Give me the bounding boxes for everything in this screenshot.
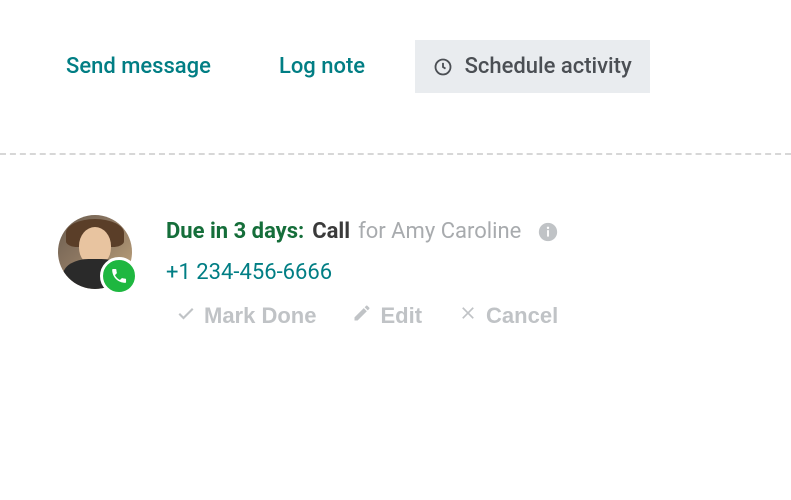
tab-log-note[interactable]: Log note: [261, 40, 383, 93]
close-icon: [458, 303, 478, 329]
scheduled-activity-row: Due in 3 days: Call for Amy Caroline +1 …: [0, 155, 791, 329]
activity-tabs: Send message Log note Schedule activity: [0, 0, 791, 93]
due-date-label: Due in 3 days:: [166, 217, 304, 248]
phone-number-link[interactable]: +1 234-456-6666: [166, 260, 743, 285]
check-icon: [176, 303, 196, 329]
tab-schedule-activity[interactable]: Schedule activity: [415, 40, 650, 93]
tab-send-message-label: Send message: [66, 54, 211, 79]
tab-send-message[interactable]: Send message: [48, 40, 229, 93]
edit-button[interactable]: Edit: [352, 303, 422, 329]
activity-content: Due in 3 days: Call for Amy Caroline +1 …: [166, 215, 743, 329]
tab-log-note-label: Log note: [279, 54, 365, 79]
mark-done-label: Mark Done: [204, 303, 316, 329]
activity-summary: Due in 3 days: Call for Amy Caroline: [166, 217, 743, 248]
info-icon[interactable]: [537, 221, 559, 243]
activity-assignee-text: for Amy Caroline: [358, 217, 521, 248]
mark-done-button[interactable]: Mark Done: [176, 303, 316, 329]
pencil-icon: [352, 303, 372, 329]
clock-icon: [433, 57, 453, 77]
assignee-avatar[interactable]: [58, 215, 132, 289]
tab-schedule-activity-label: Schedule activity: [465, 54, 632, 79]
activity-actions: Mark Done Edit Cancel: [166, 303, 743, 329]
phone-badge-icon: [100, 257, 138, 295]
edit-label: Edit: [380, 303, 422, 329]
phone-number-text: +1 234-456-6666: [166, 260, 332, 285]
activity-type: Call: [312, 217, 350, 248]
cancel-label: Cancel: [486, 303, 558, 329]
cancel-button[interactable]: Cancel: [458, 303, 558, 329]
